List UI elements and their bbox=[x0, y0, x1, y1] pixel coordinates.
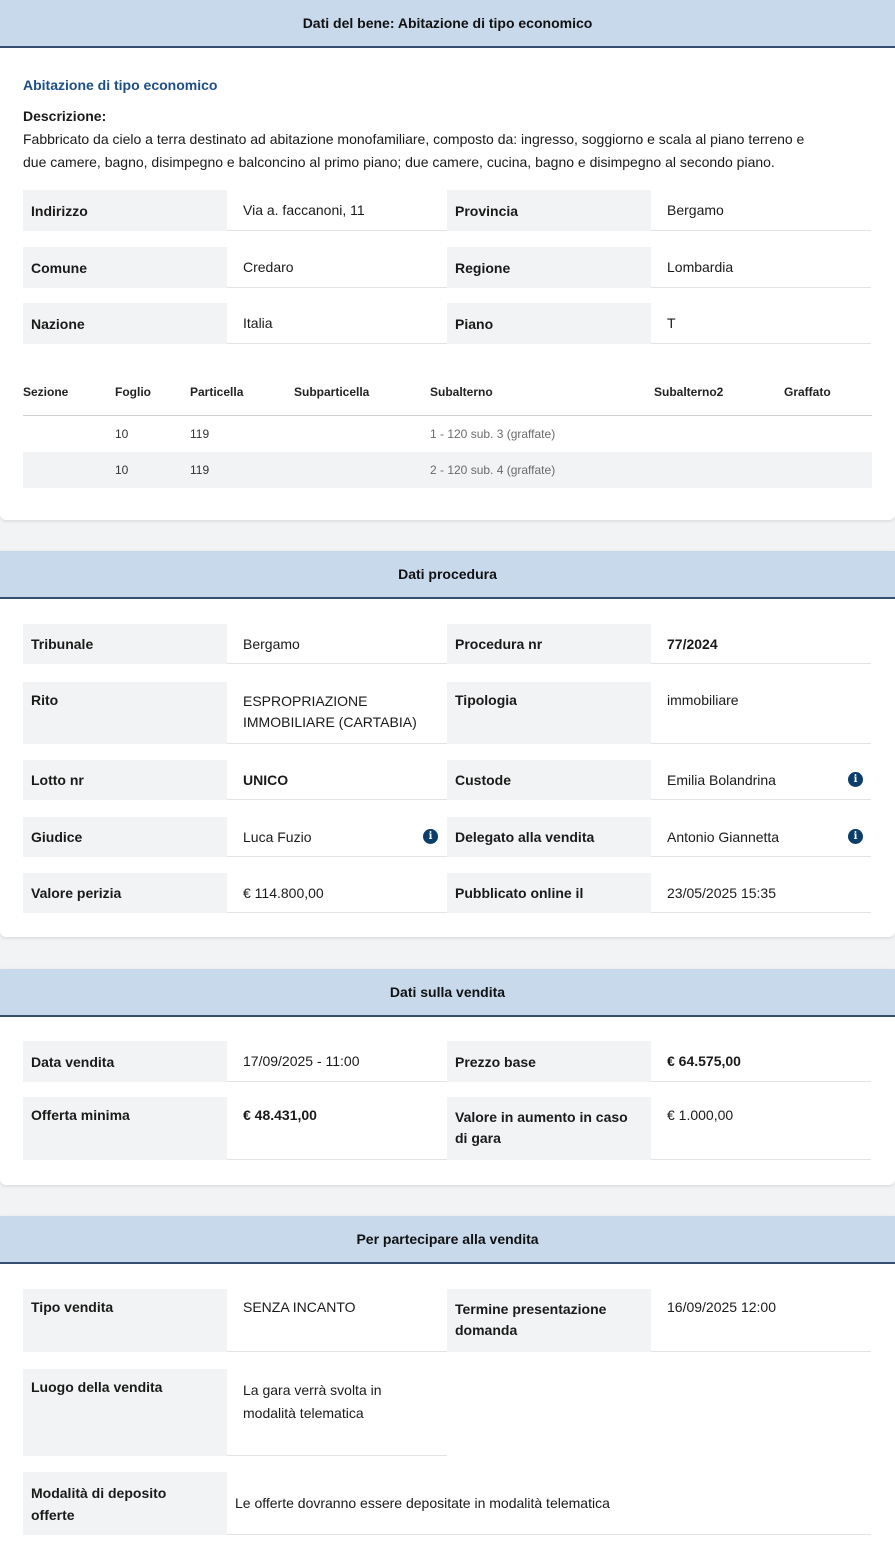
info-icon[interactable]: i bbox=[848, 829, 863, 844]
label-giudice: Giudice bbox=[23, 817, 227, 857]
card-dati-bene: Dati del bene: Abitazione di tipo econom… bbox=[0, 0, 895, 520]
value-rito: ESPROPRIAZIONE IMMOBILIARE (CARTABIA) bbox=[227, 682, 447, 744]
value-delegato: Antonio Giannetta bbox=[651, 817, 871, 857]
card-header: Dati procedura bbox=[0, 551, 895, 599]
value-prezzo-base: € 64.575,00 bbox=[651, 1041, 871, 1082]
card-title: Per partecipare alla vendita bbox=[356, 1231, 539, 1247]
info-icon[interactable]: i bbox=[848, 772, 863, 787]
value-valore-perizia: € 114.800,00 bbox=[227, 873, 447, 913]
card-title: Dati sulla vendita bbox=[389, 984, 506, 1000]
value-provincia: Bergamo bbox=[651, 190, 871, 231]
termine-label-line-1: Termine presentazione bbox=[455, 1301, 607, 1317]
table-row: 10 119 1 - 120 sub. 3 (graffate) bbox=[23, 416, 872, 452]
th-subalterno2: Subalterno2 bbox=[654, 385, 724, 399]
label-piano: Piano bbox=[447, 303, 651, 344]
card-header: Dati del bene: Abitazione di tipo econom… bbox=[0, 0, 895, 48]
description-line-1: Fabbricato da cielo a terra destinato ad… bbox=[23, 131, 805, 147]
termine-label-line-2: domanda bbox=[455, 1322, 518, 1338]
label-pubblicato: Pubblicato online il bbox=[447, 873, 651, 913]
th-subalterno: Subalterno bbox=[430, 385, 493, 399]
label-rito: Rito bbox=[23, 682, 227, 744]
value-tribunale: Bergamo bbox=[227, 624, 447, 664]
card-title: Dati procedura bbox=[398, 566, 497, 582]
cell-foglio: 10 bbox=[115, 427, 129, 441]
cell-particella: 119 bbox=[190, 463, 210, 477]
th-sezione: Sezione bbox=[23, 385, 69, 399]
th-particella: Particella bbox=[190, 385, 244, 399]
label-tipologia: Tipologia bbox=[447, 682, 651, 744]
label-comune: Comune bbox=[23, 247, 227, 288]
value-tipologia: immobiliare bbox=[651, 682, 871, 744]
label-termine: Termine presentazione domanda bbox=[447, 1289, 651, 1352]
value-custode: Emilia Bolandrina bbox=[651, 760, 871, 800]
card-title: Dati del bene: Abitazione di tipo econom… bbox=[302, 15, 593, 31]
value-valore-aumento: € 1.000,00 bbox=[651, 1097, 871, 1160]
card-partecipare: Per partecipare alla vendita Tipo vendit… bbox=[0, 1216, 895, 1561]
cell-particella: 119 bbox=[190, 427, 210, 441]
value-luogo-vendita: La gara verrà svolta in modalità telemat… bbox=[227, 1369, 447, 1456]
label-data-vendita: Data vendita bbox=[23, 1041, 227, 1082]
label-valore-aumento: Valore in aumento in caso di gara bbox=[447, 1097, 651, 1160]
rito-line-1: ESPROPRIAZIONE bbox=[243, 693, 368, 709]
value-comune: Credaro bbox=[227, 247, 447, 288]
cell-subalterno: 2 - 120 sub. 4 (graffate) bbox=[430, 463, 556, 477]
card-header: Dati sulla vendita bbox=[0, 969, 895, 1017]
luogo-line-2: modalità telematica bbox=[243, 1405, 364, 1421]
aumento-label-line-1: Valore in aumento in caso bbox=[455, 1109, 628, 1125]
card-header: Per partecipare alla vendita bbox=[0, 1216, 895, 1264]
label-indirizzo: Indirizzo bbox=[23, 190, 227, 231]
table-header: Sezione Foglio Particella Subparticella … bbox=[23, 372, 872, 416]
cell-foglio: 10 bbox=[115, 463, 129, 477]
label-procedura: Procedura nr bbox=[447, 624, 651, 664]
card-dati-procedura: Dati procedura Tribunale Bergamo Procedu… bbox=[0, 551, 895, 937]
table-row: 10 119 2 - 120 sub. 4 (graffate) bbox=[23, 452, 872, 488]
label-modalita-deposito: Modalità di deposito offerte bbox=[23, 1472, 227, 1535]
label-tribunale: Tribunale bbox=[23, 624, 227, 664]
label-regione: Regione bbox=[447, 247, 651, 288]
cadastral-table: Sezione Foglio Particella Subparticella … bbox=[23, 372, 872, 488]
value-nazione: Italia bbox=[227, 303, 447, 344]
label-delegato: Delegato alla vendita bbox=[447, 817, 651, 857]
value-regione: Lombardia bbox=[651, 247, 871, 288]
label-luogo-vendita: Luogo della vendita bbox=[23, 1369, 227, 1456]
value-tipo-vendita: SENZA INCANTO bbox=[227, 1289, 447, 1352]
value-data-vendita: 17/09/2025 - 11:00 bbox=[227, 1041, 447, 1082]
description-line-2: due camere, bagno, disimpegno e balconci… bbox=[23, 154, 775, 170]
value-termine: 16/09/2025 12:00 bbox=[651, 1289, 871, 1352]
label-tipo-vendita: Tipo vendita bbox=[23, 1289, 227, 1352]
rito-line-2: IMMOBILIARE (CARTABIA) bbox=[243, 714, 417, 730]
description-label: Descrizione: bbox=[23, 108, 107, 124]
label-valore-perizia: Valore perizia bbox=[23, 873, 227, 913]
value-piano: T bbox=[651, 303, 871, 344]
value-offerta-minima: € 48.431,00 bbox=[227, 1097, 447, 1160]
value-pubblicato: 23/05/2025 15:35 bbox=[651, 873, 871, 913]
label-offerta-minima: Offerta minima bbox=[23, 1097, 227, 1160]
deposito-label-line-2: offerte bbox=[31, 1506, 75, 1523]
value-modalita-deposito: Le offerte dovranno essere depositate in… bbox=[227, 1472, 871, 1535]
cell-subalterno: 1 - 120 sub. 3 (graffate) bbox=[430, 427, 556, 441]
label-custode: Custode bbox=[447, 760, 651, 800]
value-lotto: UNICO bbox=[227, 760, 447, 800]
th-subparticella: Subparticella bbox=[294, 385, 370, 399]
deposito-label-line-1: Modalità di deposito bbox=[31, 1484, 167, 1501]
info-icon[interactable]: i bbox=[423, 829, 438, 844]
value-procedura: 77/2024 bbox=[651, 624, 871, 664]
luogo-line-1: La gara verrà svolta in bbox=[243, 1382, 382, 1398]
label-prezzo-base: Prezzo base bbox=[447, 1041, 651, 1082]
value-indirizzo: Via a. faccanoni, 11 bbox=[227, 190, 447, 231]
label-nazione: Nazione bbox=[23, 303, 227, 344]
th-foglio: Foglio bbox=[115, 385, 151, 399]
aumento-label-line-2: di gara bbox=[455, 1130, 501, 1146]
th-graffato: Graffato bbox=[784, 385, 831, 399]
value-giudice: Luca Fuzio bbox=[227, 817, 447, 857]
label-provincia: Provincia bbox=[447, 190, 651, 231]
bene-title: Abitazione di tipo economico bbox=[23, 77, 218, 93]
label-lotto: Lotto nr bbox=[23, 760, 227, 800]
card-dati-vendita: Dati sulla vendita Data vendita 17/09/20… bbox=[0, 969, 895, 1185]
